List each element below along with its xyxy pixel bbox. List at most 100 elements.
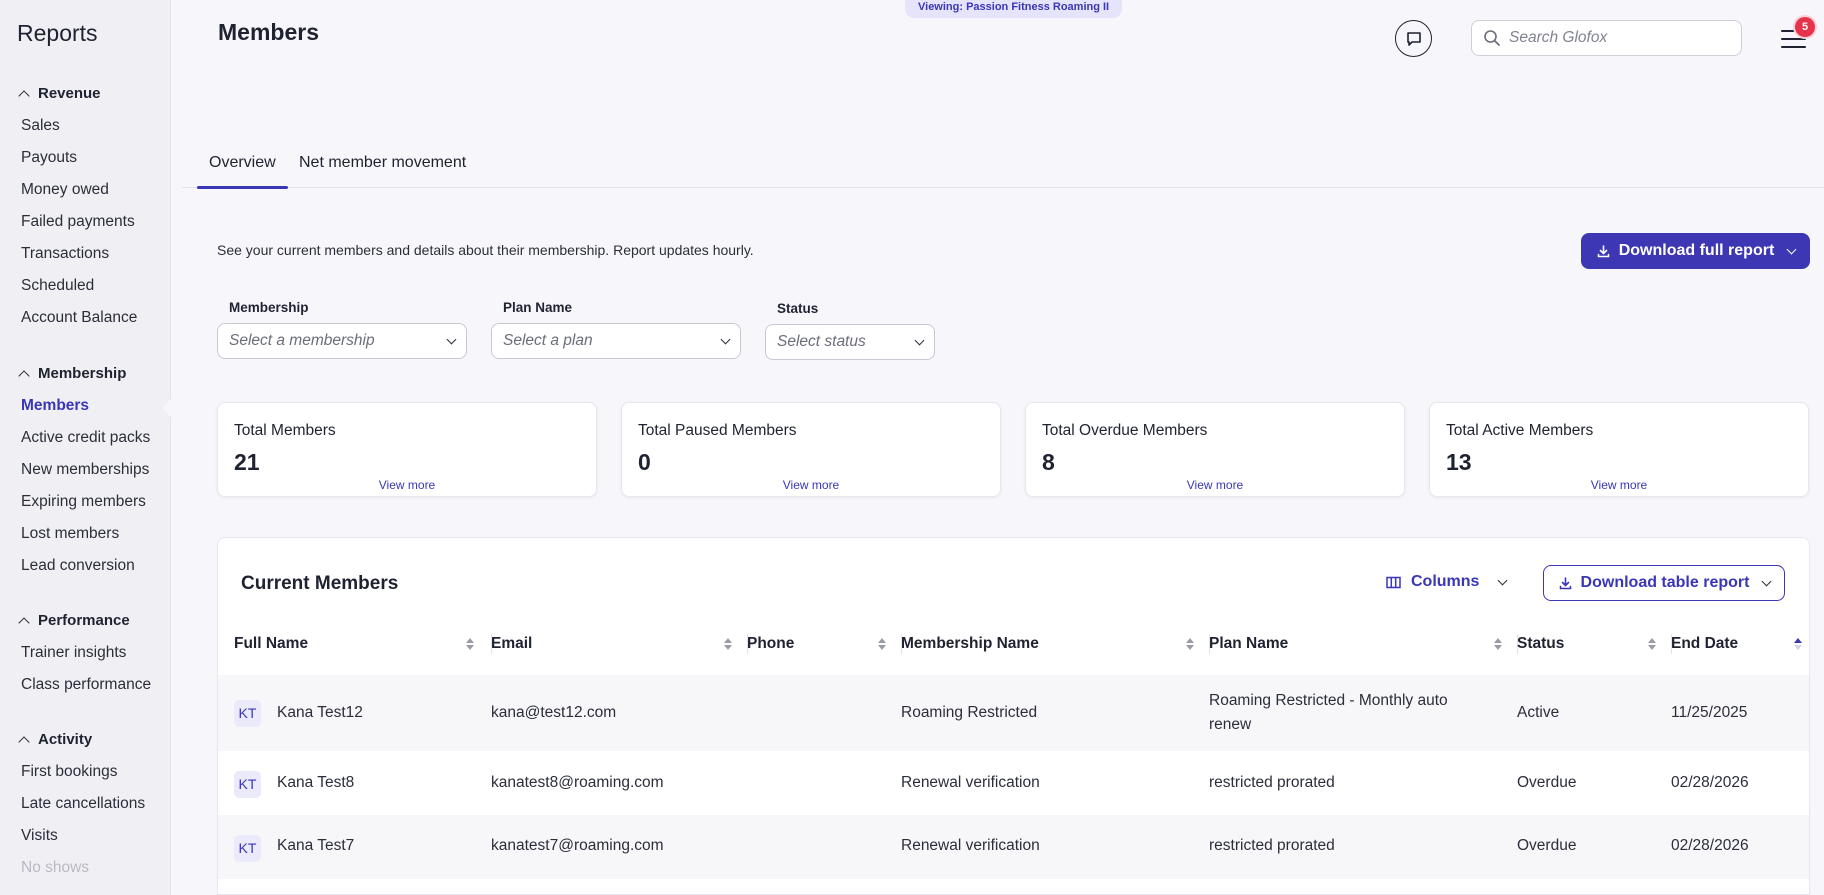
table-row[interactable]: KT Kana Test8 kanatest8@roaming.com Rene… <box>218 751 1809 815</box>
sidebar-item-class-performance[interactable]: Class performance <box>0 669 170 701</box>
status-filter: Status Select status <box>765 301 935 360</box>
chevron-up-icon <box>18 89 30 102</box>
column-header-plan-name[interactable]: Plan Name <box>1209 624 1518 664</box>
stat-value: 13 <box>1446 449 1472 475</box>
sidebar-section-label: Membership <box>38 364 127 382</box>
tab-overview[interactable]: Overview <box>197 148 288 189</box>
sidebar-section-membership: Membership Members Active credit packs N… <box>0 361 170 582</box>
cell-email: kanatest7@roaming.com <box>491 837 664 854</box>
sidebar-item-scheduled[interactable]: Scheduled <box>0 270 170 302</box>
cell-status: Active <box>1517 704 1560 721</box>
tab-net-member-movement[interactable]: Net member movement <box>299 148 466 188</box>
viewing-location-badge: Viewing: Passion Fitness Roaming II <box>905 0 1123 18</box>
cell-full-name[interactable]: Kana Test8 <box>277 771 354 795</box>
columns-icon <box>1386 576 1401 588</box>
cell-status: Overdue <box>1517 837 1577 854</box>
sidebar-item-no-shows[interactable]: No shows <box>0 852 170 884</box>
sidebar-section-header-activity[interactable]: Activity <box>0 727 170 751</box>
download-table-report-button[interactable]: Download table report <box>1543 565 1785 601</box>
avatar: KT <box>234 835 261 862</box>
chevron-up-icon <box>18 616 30 629</box>
sidebar-item-money-owed[interactable]: Money owed <box>0 174 170 206</box>
stat-label: Total Members <box>234 422 336 439</box>
download-icon <box>1559 576 1571 589</box>
sidebar-item-transactions[interactable]: Transactions <box>0 238 170 270</box>
sidebar-item-lead-conversion[interactable]: Lead conversion <box>0 550 170 582</box>
column-header-label: Membership Name <box>901 635 1039 652</box>
table-title: Current Members <box>241 573 399 594</box>
stat-label: Total Active Members <box>1446 422 1594 439</box>
select-placeholder: Select a plan <box>503 332 593 349</box>
sort-icon <box>724 638 732 650</box>
sidebar-section-header-membership[interactable]: Membership <box>0 361 170 385</box>
membership-filter: Membership Select a membership <box>217 300 467 359</box>
search-icon <box>1484 30 1500 46</box>
sort-icon <box>466 638 474 650</box>
sidebar-item-failed-payments[interactable]: Failed payments <box>0 206 170 238</box>
cell-membership-name: Renewal verification <box>901 837 1040 854</box>
view-more-link[interactable]: View more <box>1026 478 1404 492</box>
cell-full-name[interactable]: Kana Test12 <box>277 701 363 725</box>
stat-card-total-active-members: Total Active Members 13 View more <box>1429 402 1809 497</box>
cell-full-name[interactable]: Kana Test7 <box>277 834 354 858</box>
view-more-link[interactable]: View more <box>622 478 1000 492</box>
sidebar-item-payouts[interactable]: Payouts <box>0 142 170 174</box>
plan-select[interactable]: Select a plan <box>491 323 741 359</box>
columns-button[interactable]: Columns <box>1386 573 1508 591</box>
sidebar-item-late-cancellations[interactable]: Late cancellations <box>0 788 170 820</box>
cell-plan-name: Roaming Restricted - Monthly auto renew <box>1209 692 1448 733</box>
column-header-status[interactable]: Status <box>1517 624 1672 664</box>
stat-value: 0 <box>638 449 651 475</box>
chat-icon <box>1406 31 1421 46</box>
chevron-down-icon <box>720 334 731 344</box>
search-box[interactable] <box>1471 20 1742 56</box>
sidebar-item-members[interactable]: Members <box>0 390 170 422</box>
sort-ascending-icon <box>1794 638 1802 650</box>
view-more-link[interactable]: View more <box>1430 478 1808 492</box>
reports-sidebar: Reports Revenue Sales Payouts Money owed… <box>0 0 171 895</box>
download-icon <box>1597 244 1610 257</box>
sidebar-section-header-revenue[interactable]: Revenue <box>0 81 170 105</box>
select-placeholder: Select status <box>777 333 866 350</box>
column-header-membership-name[interactable]: Membership Name <box>901 624 1210 664</box>
sidebar-item-first-bookings[interactable]: First bookings <box>0 756 170 788</box>
notification-badge[interactable]: 5 <box>1795 17 1815 37</box>
column-header-full-name[interactable]: Full Name <box>234 624 492 664</box>
sidebar-section-activity: Activity First bookings Late cancellatio… <box>0 727 170 884</box>
cell-plan-name: restricted prorated <box>1209 774 1335 791</box>
sidebar-item-new-memberships[interactable]: New memberships <box>0 454 170 486</box>
sidebar-item-active-credit-packs[interactable]: Active credit packs <box>0 422 170 454</box>
sidebar-item-account-balance[interactable]: Account Balance <box>0 302 170 334</box>
status-select[interactable]: Select status <box>765 324 935 360</box>
sidebar-section-header-performance[interactable]: Performance <box>0 608 170 632</box>
hamburger-icon-bar <box>1781 38 1806 41</box>
cell-status: Overdue <box>1517 774 1577 791</box>
chevron-down-icon <box>914 335 925 345</box>
table-row[interactable]: KT Kana Test12 kana@test12.com Roaming R… <box>218 675 1809 751</box>
sidebar-section-label: Performance <box>38 611 130 629</box>
chevron-up-icon <box>18 735 30 748</box>
sidebar-section-performance: Performance Trainer insights Class perfo… <box>0 608 170 701</box>
sidebar-item-trainer-insights[interactable]: Trainer insights <box>0 637 170 669</box>
sidebar-item-expiring-members[interactable]: Expiring members <box>0 486 170 518</box>
column-header-label: Full Name <box>234 635 309 652</box>
table-row[interactable]: KT Kana Test7 kanatest7@roaming.com Rene… <box>218 815 1809 879</box>
report-description: See your current members and details abo… <box>217 242 754 258</box>
filter-label: Plan Name <box>503 300 573 315</box>
download-full-report-label: Download full report <box>1618 242 1775 259</box>
sidebar-item-visits[interactable]: Visits <box>0 820 170 852</box>
stat-value: 8 <box>1042 449 1055 475</box>
sidebar-item-sales[interactable]: Sales <box>0 110 170 142</box>
column-header-phone[interactable]: Phone <box>747 624 902 664</box>
sidebar-item-lost-members[interactable]: Lost members <box>0 518 170 550</box>
download-full-report-button[interactable]: Download full report <box>1581 233 1810 269</box>
column-header-end-date[interactable]: End Date <box>1671 624 1809 664</box>
column-header-email[interactable]: Email <box>491 624 748 664</box>
filter-label: Status <box>777 301 819 316</box>
membership-select[interactable]: Select a membership <box>217 323 467 359</box>
cell-end-date: 02/28/2026 <box>1671 837 1749 854</box>
cell-email: kanatest8@roaming.com <box>491 774 664 791</box>
view-more-link[interactable]: View more <box>218 478 596 492</box>
search-input[interactable] <box>1509 29 1719 47</box>
chat-button[interactable] <box>1395 20 1432 57</box>
